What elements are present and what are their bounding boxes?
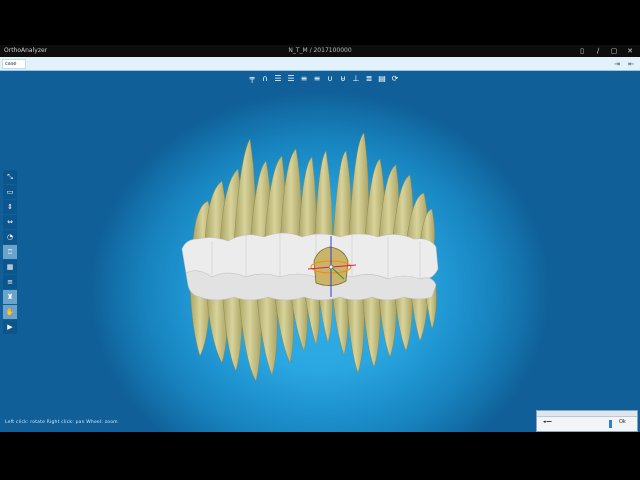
status-hint: Left click: rotate Right click: pan Whee… [5,420,118,425]
reset-view-icon[interactable]: ⟳ [389,73,401,85]
dental-model[interactable] [0,71,640,432]
attachment-icon[interactable]: ♜ [3,290,17,304]
title-bar: OrthoAnalyzer N_T_M / 2017100000 ▯ ∕ ▢ ✕ [0,45,640,57]
3d-viewport[interactable]: ╤ ∩ ☰ ☰ ≡ ≡ ∪ ⊎ ⊥ ≣ ▤ ⟳ ⤡ ▭ ⇕ ⇔ ◔ ♖ ▦ ≡ … [0,71,640,432]
tooth[interactable] [345,288,365,374]
expand-vertical-icon[interactable]: ⇕ [3,200,17,214]
layers-icon[interactable]: ▤ [376,73,388,85]
mini-panel-slider[interactable] [609,420,612,428]
tab-bar: case ⇥ ⇤ [0,57,640,71]
play-icon[interactable]: ▶ [3,320,17,334]
stack-icon[interactable]: ≣ [363,73,375,85]
mini-panel-header [537,411,637,417]
tooth-icon[interactable]: ♖ [3,245,17,259]
select-tooth-icon[interactable]: ✋ [3,305,17,319]
expand-horizontal-icon[interactable]: ⇔ [3,215,17,229]
tab-tools: ⇥ ⇤ [610,58,638,70]
pin-icon[interactable]: ▯ [574,45,590,57]
tab-case[interactable]: case [2,59,26,69]
maximize-button[interactable]: ▢ [606,45,622,57]
split-icon[interactable]: ⊥ [350,73,362,85]
grid-left-icon[interactable]: ☰ [272,73,284,85]
lower-teeth[interactable] [189,285,437,382]
grid-icon[interactable]: ▦ [3,260,17,274]
lower-right-icon[interactable]: ≡ [311,73,323,85]
dock-right-icon[interactable]: ⇥ [610,58,624,70]
dock-left-icon[interactable]: ⇤ [624,58,638,70]
mini-panel-ok-button[interactable]: Ok [619,419,626,425]
lower-left-icon[interactable]: ≡ [298,73,310,85]
upper-arch-icon[interactable]: ∩ [259,73,271,85]
tooth-color-icon[interactable]: ◔ [3,230,17,244]
application-window: OrthoAnalyzer N_T_M / 2017100000 ▯ ∕ ▢ ✕… [0,45,640,432]
document-title: N_T_M / 2017100000 [288,47,352,54]
arch-view-icon[interactable]: ╤ [246,73,258,85]
close-button[interactable]: ✕ [622,45,638,57]
occlusion-icon[interactable]: ⊎ [337,73,349,85]
gingiva-band [181,232,439,301]
tooth[interactable] [361,287,381,368]
tools-sidebar: ⤡ ▭ ⇕ ⇔ ◔ ♖ ▦ ≡ ♜ ✋ ▶ [3,170,17,334]
fit-view-icon[interactable]: ⤡ [3,170,17,184]
window-controls: ▯ ∕ ▢ ✕ [574,45,638,57]
lower-arch-icon[interactable]: ∪ [324,73,336,85]
mini-panel-control[interactable]: ◂╼━ [543,419,552,425]
gizmo-center[interactable] [328,264,334,270]
lines-icon[interactable]: ≡ [3,275,17,289]
mini-panel: ◂╼━ Ok [536,410,638,432]
minimize-button[interactable]: ∕ [590,45,606,57]
grid-right-icon[interactable]: ☰ [285,73,297,85]
view-toolbar: ╤ ∩ ☰ ☰ ≡ ≡ ∪ ⊎ ⊥ ≣ ▤ ⟳ [246,73,401,87]
letterbox-top [0,0,640,45]
tooth[interactable] [331,289,349,356]
ruler-icon[interactable]: ▭ [3,185,17,199]
letterbox-bottom [0,432,640,480]
